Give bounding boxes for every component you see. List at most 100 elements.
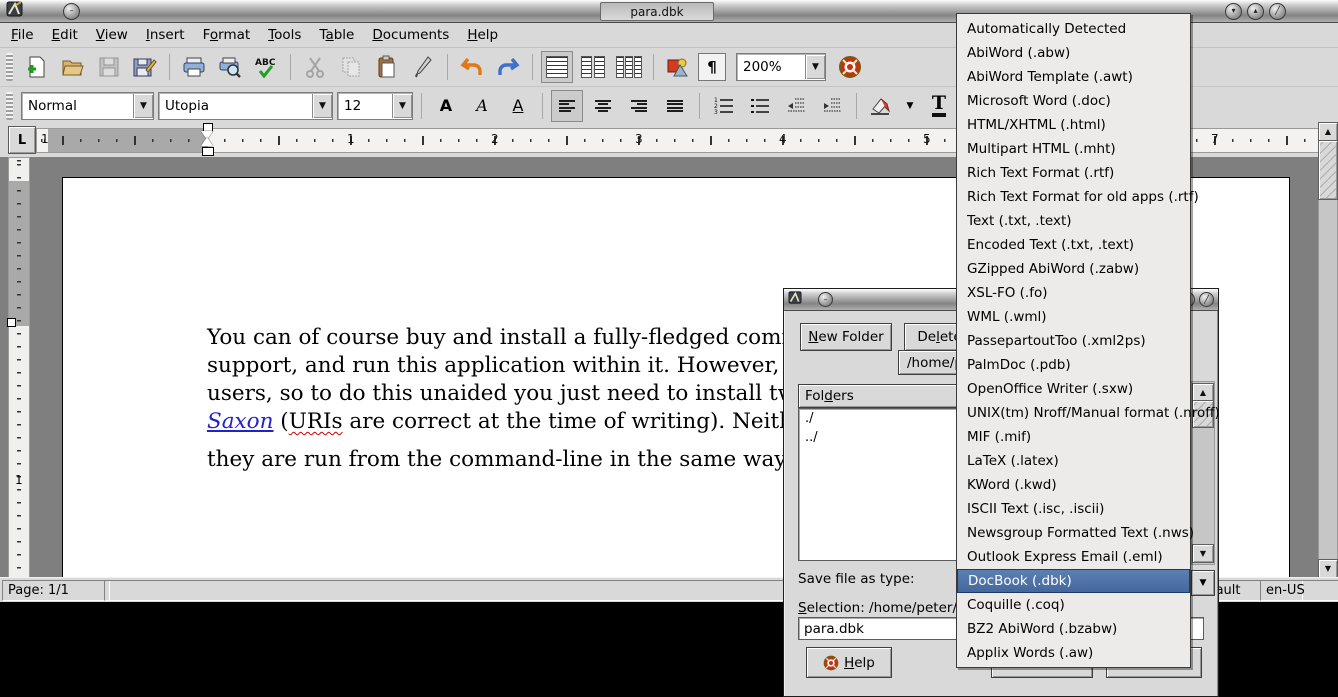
insert-image-button[interactable] (662, 51, 694, 83)
main-vertical-scrollbar[interactable]: ▲ ▼ (1318, 122, 1337, 577)
menu-item[interactable]: Table (310, 25, 363, 45)
format-option[interactable]: Coquille (.coq) (957, 593, 1190, 617)
minimize-button[interactable]: ▾ (1225, 3, 1242, 20)
print-preview-button[interactable] (214, 51, 246, 83)
show-formatting-marks-button[interactable]: ¶ (698, 53, 726, 81)
two-column-view-button[interactable] (577, 51, 609, 83)
zoom-combobox[interactable]: 200% ▼ (736, 53, 826, 81)
dialog-window-menu-button[interactable]: – (818, 292, 833, 307)
scrollbar-thumb[interactable] (1318, 140, 1338, 200)
format-option[interactable]: PassepartoutToo (.xml2ps) (957, 329, 1190, 353)
align-center-button[interactable] (587, 90, 619, 122)
folder-item[interactable]: ../ (799, 428, 977, 447)
format-option[interactable]: Outlook Express Email (.eml) (957, 545, 1190, 569)
folder-item[interactable]: ./ (799, 409, 977, 428)
format-option[interactable]: HTML/XHTML (.html) (957, 113, 1190, 137)
folders-list[interactable]: ./../ (798, 408, 978, 561)
three-column-view-button[interactable] (613, 51, 645, 83)
toolbar-grip[interactable] (6, 92, 13, 120)
font-combobox[interactable]: Utopia ▼ (158, 92, 333, 120)
spellcheck-button[interactable]: ABC (250, 51, 282, 83)
cut-button[interactable] (299, 51, 331, 83)
align-left-button[interactable] (551, 90, 583, 122)
increase-indent-button[interactable] (816, 90, 848, 122)
menu-item[interactable]: Insert (137, 25, 194, 45)
hyperlink[interactable]: Saxon (207, 409, 273, 434)
decrease-indent-button[interactable] (780, 90, 812, 122)
open-button[interactable] (57, 51, 89, 83)
menu-item[interactable]: File (2, 25, 43, 45)
font-color-button[interactable]: T (923, 90, 955, 122)
format-option[interactable]: XSL-FO (.fo) (957, 281, 1190, 305)
save-as-button[interactable] (129, 51, 161, 83)
format-option[interactable]: GZipped AbiWord (.zabw) (957, 257, 1190, 281)
dialog-close-button[interactable]: ╱ (1199, 292, 1214, 307)
format-option[interactable]: Rich Text Format for old apps (.rtf) (957, 185, 1190, 209)
format-option[interactable]: Multipart HTML (.mht) (957, 137, 1190, 161)
help-button[interactable]: Help (806, 647, 892, 678)
bold-button[interactable]: A (430, 90, 462, 122)
close-button[interactable]: ╱ (1269, 3, 1286, 20)
italic-button[interactable]: A (466, 90, 498, 122)
highlight-color-button[interactable] (865, 90, 897, 122)
align-justify-button[interactable] (659, 90, 691, 122)
format-option[interactable]: OpenOffice Writer (.sxw) (957, 377, 1190, 401)
format-option[interactable]: KWord (.kwd) (957, 473, 1190, 497)
one-column-view-button[interactable] (541, 51, 573, 83)
new-folder-button[interactable]: New Folder (800, 323, 892, 351)
menu-item[interactable]: Tools (259, 25, 310, 45)
format-option[interactable]: UNIX(tm) Nroff/Manual format (.nroff) (957, 401, 1190, 425)
scroll-down-button[interactable]: ▼ (1318, 559, 1338, 579)
format-option[interactable]: ISCII Text (.isc, .iscii) (957, 497, 1190, 521)
format-option[interactable]: Text (.txt, .text) (957, 209, 1190, 233)
menu-item[interactable]: Format (194, 25, 260, 45)
chevron-down-icon[interactable]: ▼ (312, 94, 332, 118)
format-option[interactable]: WML (.wml) (957, 305, 1190, 329)
misspelled-word[interactable]: URIs (289, 409, 343, 434)
window-menu-button[interactable]: – (63, 3, 80, 20)
format-option[interactable]: PalmDoc (.pdb) (957, 353, 1190, 377)
numbered-list-button[interactable]: 123 (708, 90, 740, 122)
vertical-margin-marker[interactable] (7, 318, 16, 327)
font-size-combobox[interactable]: 12 ▼ (337, 92, 413, 120)
chevron-down-icon[interactable]: ▼ (805, 55, 825, 79)
chevron-down-icon[interactable]: ▼ (392, 94, 412, 118)
toolbar-grip[interactable] (6, 53, 13, 81)
undo-button[interactable] (456, 51, 488, 83)
format-option[interactable]: Automatically Detected (957, 17, 1190, 41)
copy-button[interactable] (335, 51, 367, 83)
underline-button[interactable]: A (502, 90, 534, 122)
format-option[interactable]: Applix Words (.aw) (957, 641, 1190, 665)
scroll-up-button[interactable]: ▲ (1318, 122, 1338, 142)
vertical-ruler[interactable]: 1 (8, 157, 30, 579)
tab-stop-selector-button[interactable]: L (8, 126, 36, 154)
format-option[interactable]: BZ2 AbiWord (.bzabw) (957, 617, 1190, 641)
menu-item[interactable]: Help (458, 25, 507, 45)
new-document-button[interactable] (21, 51, 53, 83)
format-option[interactable]: AbiWord (.abw) (957, 41, 1190, 65)
format-option[interactable]: DocBook (.dbk) (957, 569, 1190, 593)
format-option[interactable]: Rich Text Format (.rtf) (957, 161, 1190, 185)
scroll-down-button[interactable]: ▼ (1192, 544, 1214, 563)
redo-button[interactable] (492, 51, 524, 83)
bullet-list-button[interactable] (744, 90, 776, 122)
format-painter-button[interactable] (407, 51, 439, 83)
format-option[interactable]: Encoded Text (.txt, .text) (957, 233, 1190, 257)
menu-item[interactable]: View (87, 25, 137, 45)
chevron-down-icon[interactable]: ▼ (133, 94, 153, 118)
format-combobox-arrow[interactable]: ▼ (1191, 570, 1215, 596)
align-right-button[interactable] (623, 90, 655, 122)
format-option[interactable]: Newsgroup Formatted Text (.nws) (957, 521, 1190, 545)
print-button[interactable] (178, 51, 210, 83)
help-button[interactable] (834, 51, 866, 83)
format-option[interactable]: Microsoft Word (.doc) (957, 89, 1190, 113)
maximize-button[interactable]: ▴ (1247, 3, 1264, 20)
save-button[interactable] (93, 51, 125, 83)
highlight-color-dropdown[interactable]: ▼ (901, 90, 919, 122)
paste-button[interactable] (371, 51, 403, 83)
folders-header[interactable]: Folders (798, 384, 978, 408)
format-option[interactable]: MIF (.mif) (957, 425, 1190, 449)
style-combobox[interactable]: Normal ▼ (21, 92, 154, 120)
indent-marker[interactable] (200, 122, 215, 157)
format-option[interactable]: LaTeX (.latex) (957, 449, 1190, 473)
